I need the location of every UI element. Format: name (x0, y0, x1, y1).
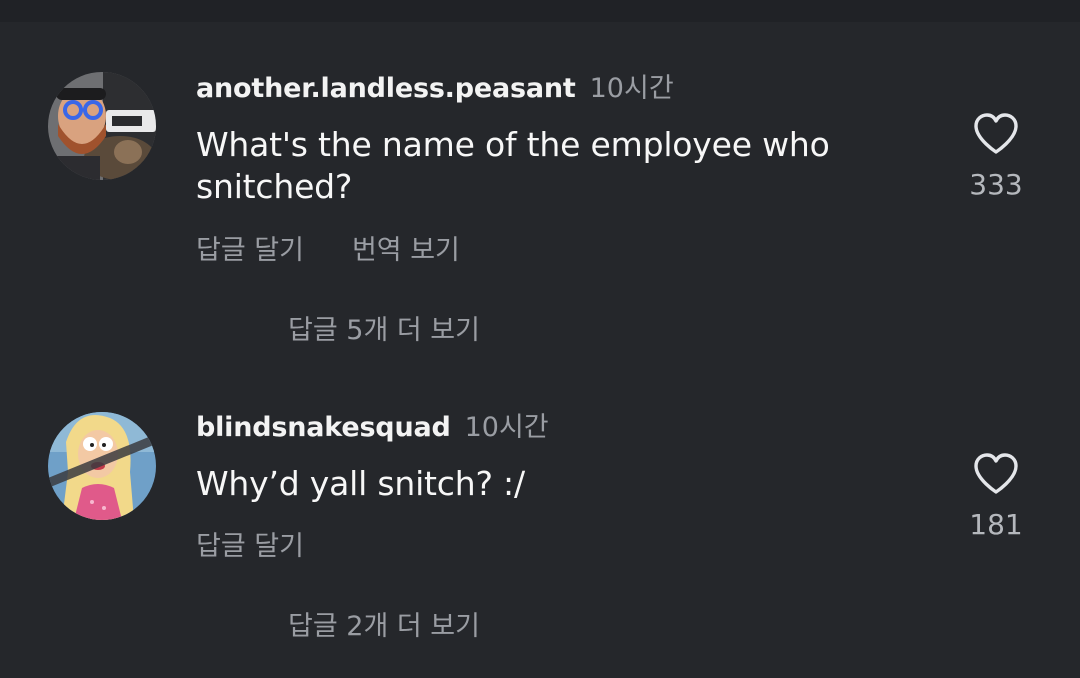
avatar[interactable] (48, 412, 156, 520)
translate-button[interactable]: 번역 보기 (352, 235, 460, 266)
top-strip (0, 0, 1080, 22)
reply-button[interactable]: 답글 달기 (196, 235, 304, 266)
comment-actions: 답글 달기 (196, 524, 304, 563)
reply-button[interactable]: 답글 달기 (196, 531, 304, 562)
avatar[interactable] (48, 72, 156, 180)
comment-username[interactable]: another.landless.peasant (196, 73, 576, 104)
comment-actions: 답글 달기 번역 보기 (196, 228, 460, 267)
comment-timestamp: 10시간 (589, 73, 674, 104)
heart-outline-icon[interactable] (972, 112, 1020, 156)
comment-username[interactable]: blindsnakesquad (196, 412, 451, 443)
like-count: 333 (969, 168, 1023, 201)
comment-text: What's the name of the employee who snit… (196, 125, 830, 206)
like-button[interactable]: 333 (960, 112, 1032, 201)
view-more-replies-button[interactable]: 답글 5개 더 보기 (288, 308, 480, 347)
comment-timestamp: 10시간 (464, 412, 549, 443)
like-count: 181 (969, 508, 1023, 541)
view-more-replies-button[interactable]: 답글 2개 더 보기 (288, 604, 480, 643)
avatar-cartoon-woman (48, 412, 156, 520)
like-button[interactable]: 181 (960, 452, 1032, 541)
heart-outline-icon[interactable] (972, 452, 1020, 496)
avatar-photo-man (48, 72, 156, 180)
comment-text: Why’d yall snitch? :/ (196, 464, 525, 503)
